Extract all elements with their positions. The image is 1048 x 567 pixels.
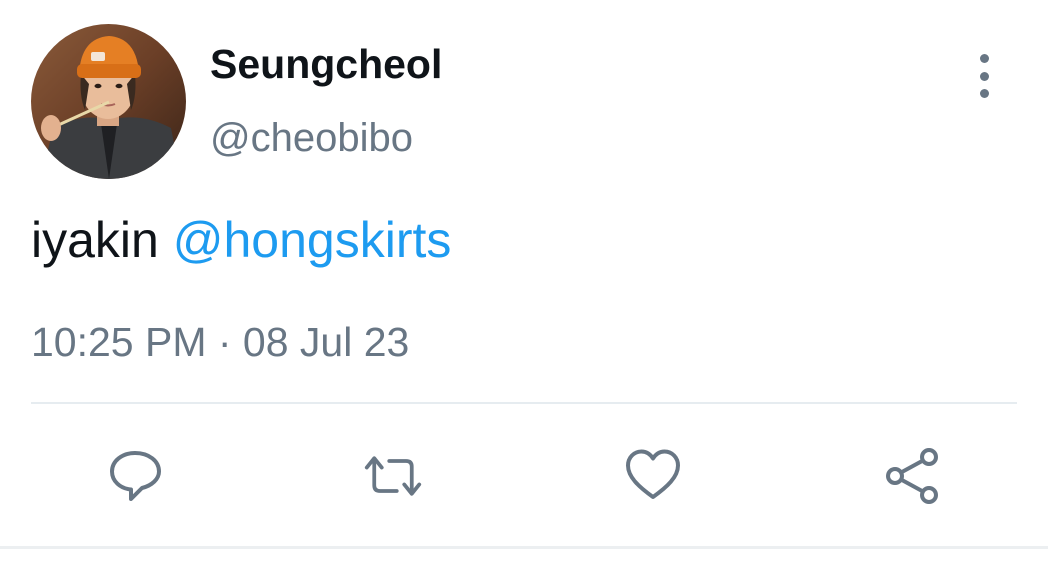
retweet-button[interactable] [363,446,423,506]
mention-link[interactable]: @hongskirts [173,212,452,268]
retweet-icon [364,456,422,496]
tweet-text: iyakin @hongskirts [31,210,451,270]
like-button[interactable] [623,446,683,506]
share-button[interactable] [882,446,942,506]
share-icon [886,448,938,504]
avatar-photo [31,24,186,179]
more-dot [979,54,989,63]
tweet-card: Seungcheol @cheobibo iyakin @hongskirts … [0,0,1048,567]
reply-icon [110,451,161,501]
display-name[interactable]: Seungcheol [210,40,442,88]
bottom-divider [0,546,1048,549]
more-dot [979,89,989,98]
tweet-text-body: iyakin [31,212,173,268]
avatar[interactable] [31,24,186,179]
divider [31,402,1017,404]
more-vertical-icon[interactable] [964,54,1004,98]
user-handle[interactable]: @cheobibo [210,114,413,162]
timestamp[interactable]: 10:25 PM · 08 Jul 23 [31,317,409,367]
heart-icon [626,449,680,499]
reply-button[interactable] [106,446,166,506]
more-dot [979,71,989,81]
